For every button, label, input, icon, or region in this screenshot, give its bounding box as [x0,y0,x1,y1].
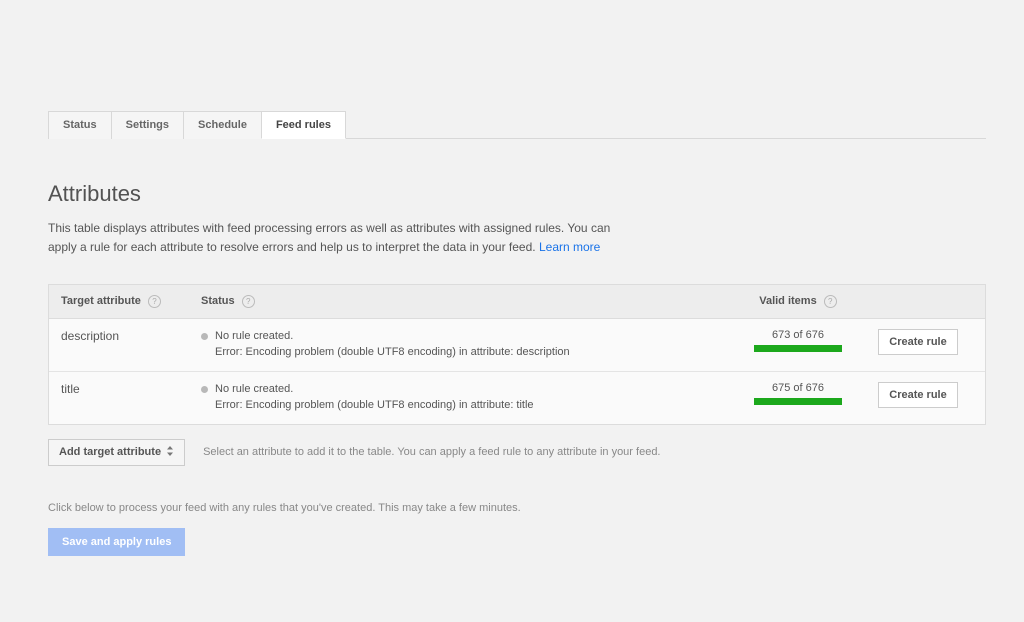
header-valid-items: Valid items ? [733,295,863,308]
valid-progress-bar [754,398,842,405]
description-line-1: This table displays attributes with feed… [48,221,610,235]
tab-bar: Status Settings Schedule Feed rules [48,110,986,139]
create-rule-button[interactable]: Create rule [878,329,957,355]
learn-more-link[interactable]: Learn more [539,240,600,254]
row-status: No rule created. Error: Encoding problem… [201,329,733,361]
status-dot-icon [201,333,208,340]
page-title: Attributes [48,181,986,207]
row-status: No rule created. Error: Encoding problem… [201,382,733,414]
add-attribute-row: Add target attribute Select an attribute… [48,439,986,466]
tab-status[interactable]: Status [48,111,112,139]
tab-feed-rules[interactable]: Feed rules [261,111,346,139]
description-line-2: apply a rule for each attribute to resol… [48,240,536,254]
add-button-label: Add target attribute [59,446,161,458]
sort-icon [166,446,174,459]
help-icon[interactable]: ? [824,295,837,308]
status-dot-icon [201,386,208,393]
status-line-1: No rule created. [215,383,293,395]
row-action: Create rule [863,329,973,355]
valid-count: 673 of 676 [772,329,824,341]
help-icon[interactable]: ? [148,295,161,308]
row-valid-items: 673 of 676 [733,329,863,352]
process-instruction: Click below to process your feed with an… [48,502,986,514]
row-attribute: description [61,329,201,343]
valid-progress-bar [754,345,842,352]
row-attribute: title [61,382,201,396]
header-target-attribute-label: Target attribute [61,295,141,307]
valid-count: 675 of 676 [772,382,824,394]
status-text: No rule created. Error: Encoding problem… [215,382,534,414]
add-target-attribute-button[interactable]: Add target attribute [48,439,185,466]
header-status-label: Status [201,295,235,307]
table-header: Target attribute ? Status ? Valid items … [49,285,985,319]
status-line-2: Error: Encoding problem (double UTF8 enc… [215,399,534,411]
status-line-2: Error: Encoding problem (double UTF8 enc… [215,346,570,358]
header-target-attribute: Target attribute ? [61,295,201,308]
attributes-table: Target attribute ? Status ? Valid items … [48,284,986,425]
status-line-1: No rule created. [215,330,293,342]
header-status: Status ? [201,295,733,308]
page-description: This table displays attributes with feed… [48,219,668,256]
table-row: description No rule created. Error: Enco… [49,319,985,372]
help-icon[interactable]: ? [242,295,255,308]
tab-schedule[interactable]: Schedule [183,111,262,139]
save-and-apply-button[interactable]: Save and apply rules [48,528,185,556]
status-text: No rule created. Error: Encoding problem… [215,329,570,361]
row-action: Create rule [863,382,973,408]
tab-settings[interactable]: Settings [111,111,184,139]
create-rule-button[interactable]: Create rule [878,382,957,408]
header-valid-items-label: Valid items [759,295,816,307]
row-valid-items: 675 of 676 [733,382,863,405]
add-attribute-help: Select an attribute to add it to the tab… [203,446,660,458]
table-row: title No rule created. Error: Encoding p… [49,372,985,424]
